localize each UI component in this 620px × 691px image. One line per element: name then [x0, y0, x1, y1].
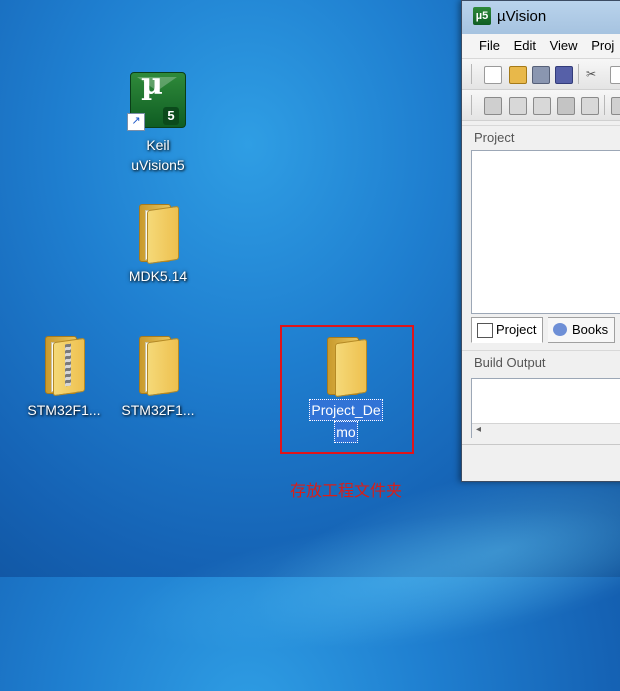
zip-folder-icon [43, 336, 85, 397]
download-icon[interactable] [611, 97, 620, 115]
window-titlebar[interactable]: µ5 µVision [462, 1, 620, 34]
desktop-icon-mdk514-folder[interactable]: MDK5.14 [112, 204, 204, 286]
tab-label: Project [496, 322, 537, 337]
icon-label: Keil [146, 137, 170, 153]
batch-build-icon[interactable] [557, 97, 575, 115]
new-file-icon[interactable] [484, 66, 502, 84]
uvision-app-icon: µ5 [473, 7, 491, 25]
desktop-icon-project-demo-folder[interactable]: Project_De mo [300, 337, 392, 443]
tab-books[interactable]: Books [548, 317, 616, 343]
save-icon[interactable] [532, 66, 550, 84]
build-toolbar [462, 90, 620, 121]
file-toolbar: ✂ [462, 59, 620, 90]
icon-label-selected: Project_De [309, 399, 383, 421]
window-title: µVision [497, 8, 547, 25]
build-icon[interactable] [509, 97, 527, 115]
project-tab-icon [477, 323, 493, 338]
status-bar [462, 444, 620, 467]
icon-label: STM32F1... [121, 402, 195, 418]
project-tree-pane[interactable] [471, 150, 620, 314]
desktop-icon-stm32f1-zip[interactable]: STM32F1... [18, 336, 110, 420]
menu-view[interactable]: View [545, 34, 583, 57]
shortcut-arrow-icon: ↗ [127, 113, 145, 131]
desktop-icon-stm32f1-folder[interactable]: STM32F1... [112, 336, 204, 420]
uvision-window[interactable]: µ5 µVision File Edit View Proj ✂ Project… [461, 0, 620, 482]
icon-label: STM32F1... [27, 402, 101, 418]
keil-uvision-icon: µ 5 ↗ [127, 70, 186, 131]
folder-icon [325, 337, 367, 398]
menu-edit[interactable]: Edit [509, 34, 541, 57]
project-pane-title: Project [462, 125, 620, 150]
menu-project[interactable]: Proj [586, 34, 619, 57]
build-output-pane[interactable]: ◂ [471, 378, 620, 438]
annotation-text: 存放工程文件夹 [290, 481, 403, 500]
books-tab-icon [553, 323, 567, 336]
rebuild-icon[interactable] [533, 97, 551, 115]
desktop-icon-keil-uvision5[interactable]: µ 5 ↗ Keil uVision5 [112, 70, 204, 175]
wallpaper-light-streak [114, 481, 620, 679]
icon-label: uVision5 [131, 157, 185, 173]
tab-label: Books [572, 322, 609, 337]
copy-icon[interactable] [610, 66, 620, 84]
icon-label-selected: mo [334, 421, 358, 443]
build-output-title: Build Output [462, 350, 620, 375]
menu-bar: File Edit View Proj [462, 34, 620, 59]
icon-label: MDK5.14 [128, 268, 188, 284]
cut-icon[interactable]: ✂ [586, 66, 602, 82]
project-pane-tabs: Project Books [462, 314, 620, 344]
folder-icon [137, 204, 179, 265]
horizontal-scrollbar[interactable]: ◂ [472, 423, 620, 438]
save-all-icon[interactable] [555, 66, 573, 84]
stop-build-icon[interactable] [581, 97, 599, 115]
scroll-left-arrow-icon[interactable]: ◂ [476, 424, 481, 435]
tab-project[interactable]: Project [471, 317, 544, 343]
translate-icon[interactable] [484, 97, 502, 115]
open-folder-icon[interactable] [509, 66, 527, 84]
menu-file[interactable]: File [462, 34, 505, 57]
folder-icon [137, 336, 179, 397]
